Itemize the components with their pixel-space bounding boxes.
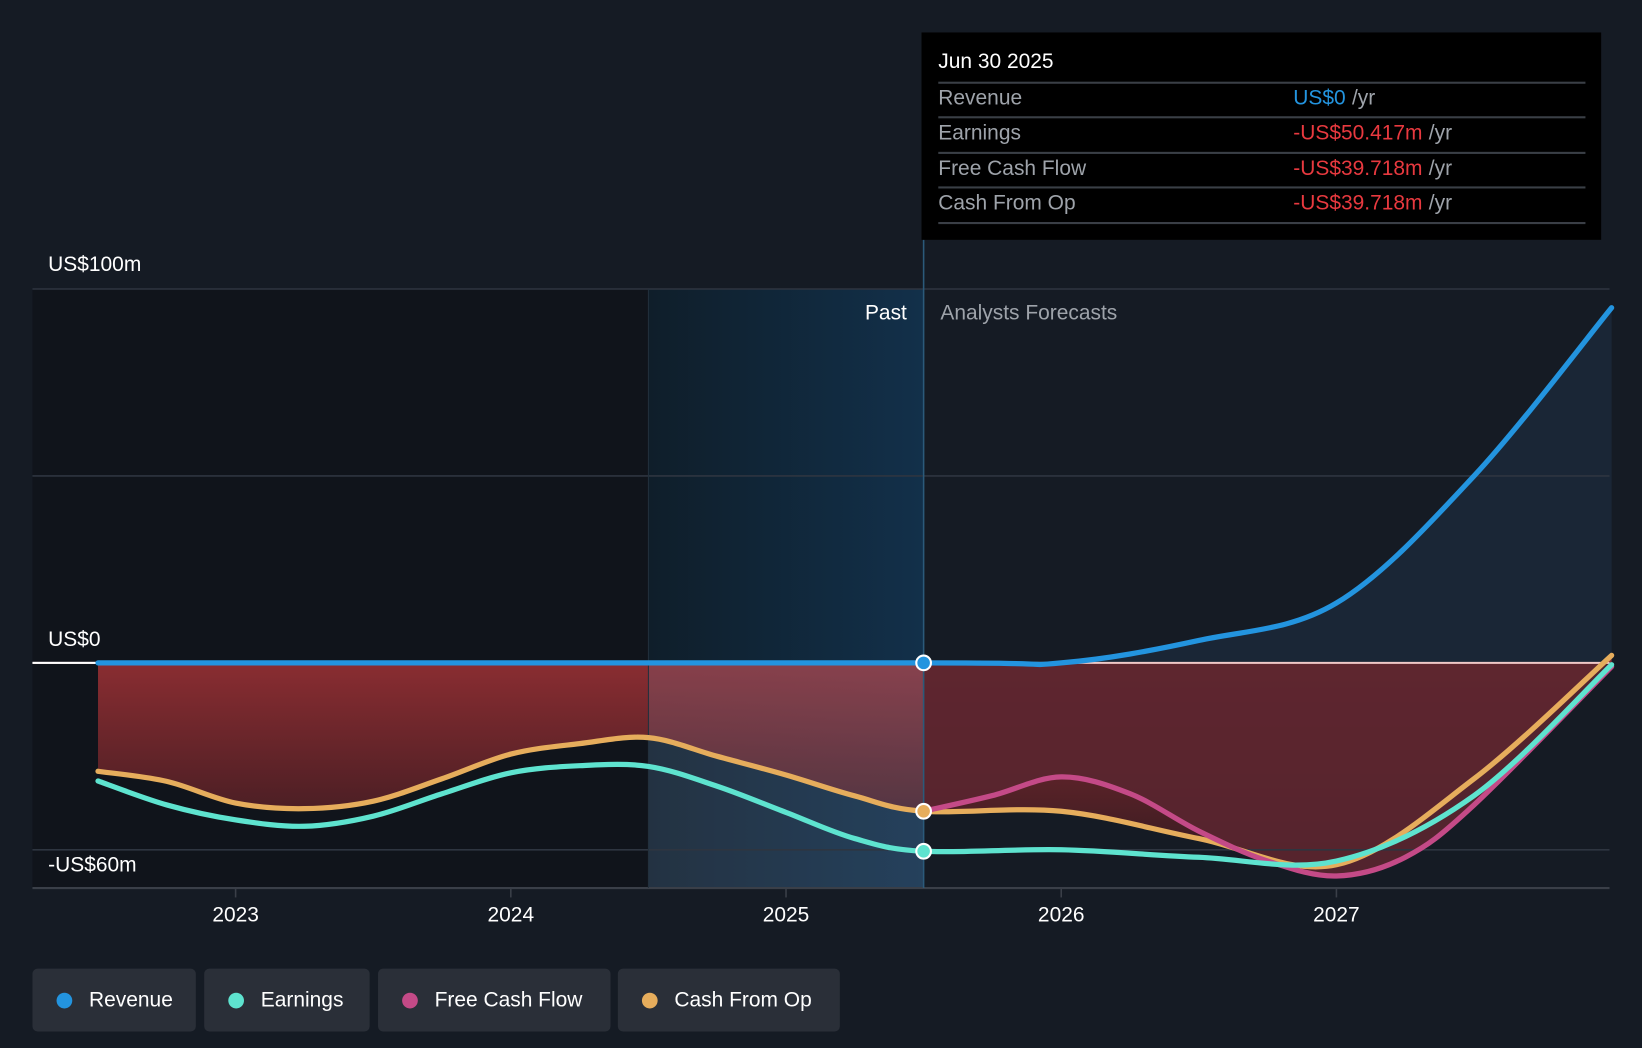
x-tick-label: 2027 bbox=[1313, 904, 1360, 927]
earnings-dot-icon bbox=[228, 992, 244, 1008]
legend-label: Cash From Op bbox=[674, 988, 812, 1012]
legend-label: Free Cash Flow bbox=[434, 988, 583, 1012]
legend-revenue[interactable]: Revenue bbox=[32, 968, 196, 1032]
tooltip-unit: /yr bbox=[1351, 86, 1376, 110]
fcf-dot-icon bbox=[402, 992, 418, 1008]
x-tick-label: 2025 bbox=[763, 904, 810, 927]
tooltip-row-earnings: Earnings -US$50.417m/yr bbox=[938, 116, 1586, 153]
revenue-marker bbox=[915, 654, 932, 672]
tooltip-date: Jun 30 2025 bbox=[938, 50, 1054, 74]
tooltip-value: US$0 bbox=[1293, 86, 1346, 110]
y-tick-label: US$0 bbox=[48, 628, 100, 651]
cash-from-op-marker bbox=[915, 802, 932, 820]
tooltip-value: -US$39.718m bbox=[1293, 157, 1423, 181]
tooltip-row-cashop: Cash From Op -US$39.718m/yr bbox=[938, 186, 1586, 223]
tooltip-row-revenue: Revenue US$0/yr bbox=[938, 81, 1586, 119]
legend-earnings[interactable]: Earnings bbox=[204, 968, 370, 1032]
tooltip-unit: /yr bbox=[1428, 121, 1453, 145]
x-tick-label: 2024 bbox=[488, 904, 535, 927]
cashop-dot-icon bbox=[641, 992, 658, 1008]
past-label: Past bbox=[865, 301, 907, 324]
forecast-label: Analysts Forecasts bbox=[940, 301, 1117, 324]
x-tick-label: 2023 bbox=[212, 904, 259, 927]
tooltip-label: Earnings bbox=[938, 121, 1021, 145]
tooltip-value: -US$50.417m bbox=[1293, 121, 1423, 145]
tooltip: Jun 30 2025 Revenue US$0/yr Earnings -US$5… bbox=[921, 32, 1602, 240]
chart-stage: 2023 2024 2025 2026 2027 US$100m US$0 -US$60m Pa… bbox=[0, 0, 1642, 1048]
legend-free-cash-flow[interactable]: Free Cash Flow bbox=[378, 968, 611, 1032]
tooltip-unit: /yr bbox=[1428, 157, 1453, 181]
y-tick-label: -US$60m bbox=[48, 853, 136, 876]
divider bbox=[938, 222, 1586, 225]
tooltip-value: -US$39.718m bbox=[1293, 191, 1423, 215]
y-tick-label: US$100m bbox=[48, 253, 141, 276]
legend-label: Revenue bbox=[89, 988, 173, 1012]
tooltip-label: Free Cash Flow bbox=[938, 157, 1087, 181]
tooltip-label: Cash From Op bbox=[938, 191, 1076, 215]
tooltip-unit: /yr bbox=[1428, 191, 1453, 215]
legend-cash-from-op[interactable]: Cash From Op bbox=[617, 968, 840, 1032]
tooltip-label: Revenue bbox=[938, 86, 1023, 110]
x-tick-label: 2026 bbox=[1038, 904, 1085, 927]
legend-label: Earnings bbox=[260, 988, 344, 1012]
tooltip-row-fcf: Free Cash Flow -US$39.718m/yr bbox=[938, 151, 1586, 189]
earnings-marker bbox=[915, 842, 932, 860]
revenue-dot-icon bbox=[56, 992, 73, 1008]
